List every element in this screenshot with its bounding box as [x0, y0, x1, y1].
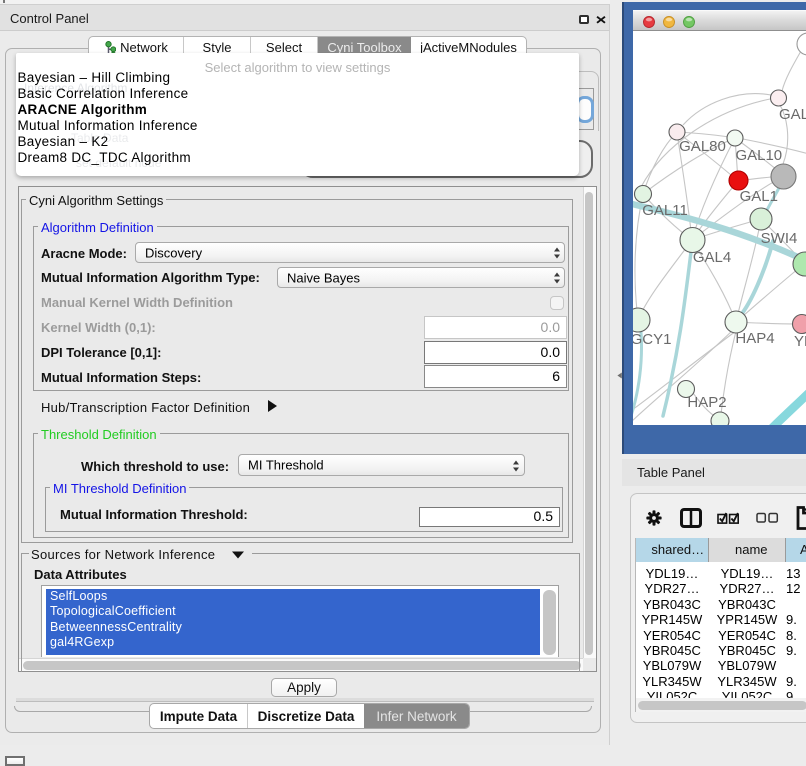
svg-text:HAP4: HAP4	[735, 330, 774, 347]
svg-text:GAL80: GAL80	[679, 138, 726, 155]
svg-text:GCY1: GCY1	[633, 331, 671, 348]
svg-text:GAL11: GAL11	[642, 202, 688, 219]
svg-text:YK: YK	[794, 333, 806, 350]
svg-text:GAL10: GAL10	[735, 147, 782, 164]
svg-text:SWI4: SWI4	[761, 230, 798, 247]
svg-text:HAP2: HAP2	[687, 394, 726, 411]
svg-text:GAL4: GAL4	[693, 249, 731, 266]
svg-text:GAL1: GAL1	[740, 188, 778, 205]
svg-text:GAL2: GAL2	[779, 106, 806, 123]
